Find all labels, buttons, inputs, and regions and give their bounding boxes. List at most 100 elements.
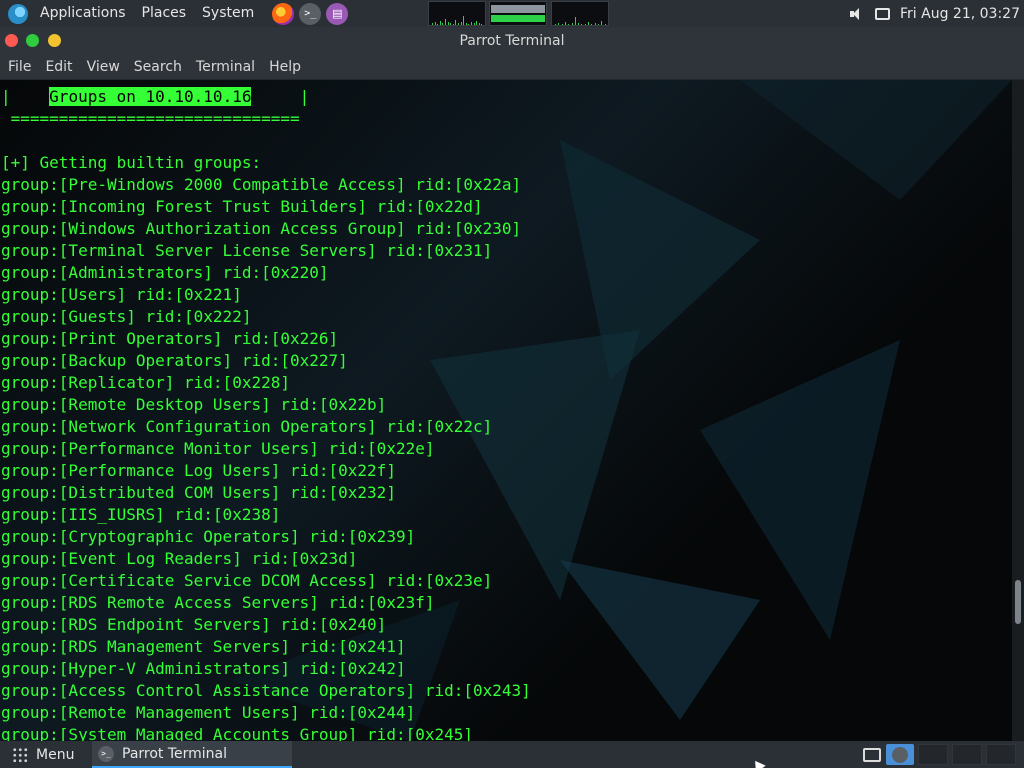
intro-line: [+] Getting builtin groups: [1, 153, 262, 172]
terminal-line: group:[Access Control Assistance Operato… [1, 681, 531, 700]
cpu-bar [432, 23, 433, 25]
net-bar [601, 21, 603, 25]
minimize-window-button[interactable] [48, 34, 61, 47]
header-suffix: | [251, 87, 310, 106]
cpu-bar [473, 23, 475, 25]
cpu-bar [465, 23, 467, 25]
memory-monitor-cache [491, 5, 545, 13]
net-bar [561, 24, 563, 25]
header-highlight: Groups on 10.10.10.16 [49, 87, 252, 106]
net-bar [555, 24, 556, 25]
window-title: Parrot Terminal [459, 32, 565, 49]
terminal-line: group:[Cryptographic Operators] rid:[0x2… [1, 527, 416, 546]
terminal-line: group:[Incoming Forest Trust Builders] r… [1, 197, 483, 216]
terminal-line: group:[Hyper-V Administrators] rid:[0x24… [1, 659, 406, 678]
cpu-bar [447, 22, 449, 25]
terminal-line: group:[RDS Management Servers] rid:[0x24… [1, 637, 406, 656]
firefox-icon[interactable] [272, 2, 295, 25]
bottom-panel: Menu >_ Parrot Terminal [0, 741, 1024, 768]
cpu-monitor[interactable] [428, 1, 486, 26]
net-bar [584, 24, 586, 25]
terminal-line: group:[Event Log Readers] rid:[0x23d] [1, 549, 358, 568]
net-bar [558, 23, 560, 25]
terminal-line: group:[RDS Endpoint Servers] rid:[0x240] [1, 615, 387, 634]
menu-view[interactable]: View [79, 59, 126, 75]
separator-line: ============================== [1, 109, 300, 128]
menu-help[interactable]: Help [261, 59, 307, 75]
cpu-bar [434, 22, 436, 25]
menu-grid-icon[interactable] [12, 746, 28, 763]
terminal-line: group:[Terminal Server License Servers] … [1, 241, 493, 260]
cpu-bar [458, 23, 459, 25]
terminal-line: group:[Certificate Service DCOM Access] … [1, 571, 493, 590]
terminal-tray-icon[interactable] [886, 744, 914, 765]
terminal-line: group:[Print Operators] rid:[0x226] [1, 329, 339, 348]
volume-icon[interactable] [849, 7, 865, 21]
terminal-line: group:[Performance Monitor Users] rid:[0… [1, 439, 435, 458]
menu-terminal[interactable]: Terminal [188, 59, 261, 75]
terminal-line: group:[Windows Authorization Access Grou… [1, 219, 522, 238]
maximize-window-button[interactable] [26, 34, 39, 47]
terminal-line: group:[Remote Management Users] rid:[0x2… [1, 703, 416, 722]
net-bar [588, 22, 589, 25]
net-bar [568, 24, 570, 25]
terminal-line: group:[IIS_IUSRS] rid:[0x238] [1, 505, 281, 524]
terminal-line: group:[Users] rid:[0x221] [1, 285, 242, 304]
cpu-bar [468, 24, 470, 25]
workspace-4[interactable] [986, 744, 1016, 765]
cpu-bar [455, 20, 457, 25]
menu-edit[interactable]: Edit [37, 59, 78, 75]
workspace-2[interactable] [918, 744, 948, 765]
menu-applications[interactable]: Applications [32, 0, 134, 27]
close-window-button[interactable] [5, 34, 18, 47]
net-bar [581, 24, 583, 25]
terminal-line: group:[System Managed Accounts Group] ri… [1, 725, 474, 741]
display-icon[interactable] [875, 7, 891, 20]
notes-icon[interactable]: ▤ [326, 2, 349, 25]
parrot-logo-icon[interactable] [8, 3, 28, 24]
memory-monitor[interactable] [489, 1, 547, 26]
workspace-3[interactable] [952, 744, 982, 765]
menu-search[interactable]: Search [126, 59, 188, 75]
cpu-bar [463, 16, 465, 25]
terminal-text: | Groups on 10.10.10.16 | ==============… [1, 86, 531, 741]
scrollbar-thumb[interactable] [1015, 580, 1021, 624]
cpu-bar [481, 24, 483, 25]
taskbar-item-terminal[interactable]: >_ Parrot Terminal [92, 741, 292, 768]
network-monitor[interactable] [551, 1, 609, 26]
cpu-bar [445, 19, 446, 25]
net-bar [591, 24, 593, 25]
net-bar [564, 22, 566, 25]
cpu-bar [452, 24, 454, 25]
menu-places[interactable]: Places [134, 0, 195, 27]
cpu-bar [442, 23, 444, 25]
cpu-bar [476, 21, 478, 25]
terminal-line: group:[Replicator] rid:[0x228] [1, 373, 290, 392]
terminal-launcher-icon[interactable]: >_ [299, 2, 322, 25]
taskbar-item-label: Parrot Terminal [122, 745, 228, 762]
menu-button[interactable]: Menu [36, 747, 74, 763]
net-bar [571, 23, 573, 25]
terminal-line: group:[Pre-Windows 2000 Compatible Acces… [1, 175, 522, 194]
terminal-line: group:[Remote Desktop Users] rid:[0x22b] [1, 395, 387, 414]
cpu-bar [450, 23, 452, 25]
cpu-bar [437, 24, 439, 25]
terminal-line: group:[Backup Operators] rid:[0x227] [1, 351, 348, 370]
clock[interactable]: Fri Aug 21, 03:27 [900, 6, 1020, 22]
net-bar [597, 24, 599, 25]
menu-system[interactable]: System [194, 0, 262, 27]
net-bar [594, 23, 596, 25]
header-prefix: | [1, 87, 50, 106]
network-tray-icon[interactable] [858, 744, 886, 765]
cpu-bar [439, 21, 441, 25]
menu-file[interactable]: File [0, 59, 37, 75]
terminal-line: group:[Administrators] rid:[0x220] [1, 263, 329, 282]
cpu-bar [460, 22, 462, 25]
memory-monitor-used [491, 15, 545, 22]
terminal-output-area[interactable]: | Groups on 10.10.10.16 | ==============… [0, 80, 1012, 741]
terminal-scrollbar[interactable] [1012, 80, 1024, 741]
group-lines: group:[Pre-Windows 2000 Compatible Acces… [1, 175, 531, 741]
terminal-menubar: File Edit View Search Terminal Help [0, 54, 1024, 80]
system-tray: Fri Aug 21, 03:27 [849, 0, 1024, 27]
window-titlebar[interactable]: Parrot Terminal [0, 27, 1024, 54]
